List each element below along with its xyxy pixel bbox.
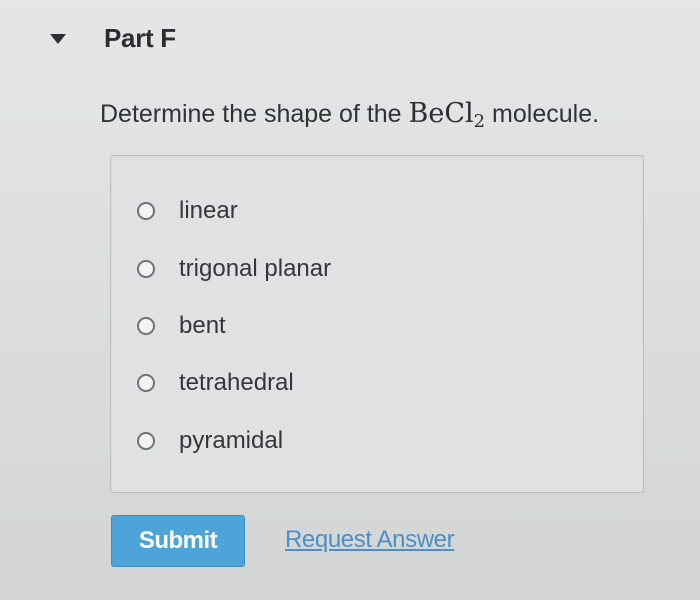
radio-button[interactable] <box>137 260 155 278</box>
caret-down-icon[interactable] <box>50 34 66 44</box>
formula-main: BeCl <box>408 98 474 129</box>
answer-options-box: linear trigonal planar bent tetrahedral … <box>110 155 644 493</box>
radio-button[interactable] <box>137 432 155 450</box>
question-suffix: molecule. <box>485 100 600 128</box>
question-text: Determine the shape of the BeCl2 molecul… <box>100 98 599 132</box>
option-bent[interactable]: bent <box>137 306 226 346</box>
radio-button[interactable] <box>137 317 155 335</box>
part-title: Part F <box>104 22 176 53</box>
radio-button[interactable] <box>137 202 155 220</box>
option-label: linear <box>179 197 238 224</box>
option-label: pyramidal <box>179 427 284 454</box>
formula-subscript: 2 <box>473 111 486 132</box>
question-prefix: Determine the shape of the <box>100 100 409 128</box>
submit-button[interactable]: Submit <box>111 515 245 567</box>
option-pyramidal[interactable]: pyramidal <box>137 421 283 461</box>
radio-button[interactable] <box>137 374 155 392</box>
option-label: tetrahedral <box>179 369 294 396</box>
option-tetrahedral[interactable]: tetrahedral <box>137 363 294 403</box>
option-label: bent <box>179 312 226 339</box>
option-linear[interactable]: linear <box>137 191 238 231</box>
option-label: trigonal planar <box>179 255 332 282</box>
option-trigonal-planar[interactable]: trigonal planar <box>137 249 331 289</box>
assignment-screen: Part F Determine the shape of the BeCl2 … <box>0 0 700 600</box>
chemical-formula: BeCl2 <box>408 98 486 132</box>
part-header[interactable]: Part F <box>50 18 176 58</box>
request-answer-link[interactable]: Request Answer <box>285 526 455 554</box>
